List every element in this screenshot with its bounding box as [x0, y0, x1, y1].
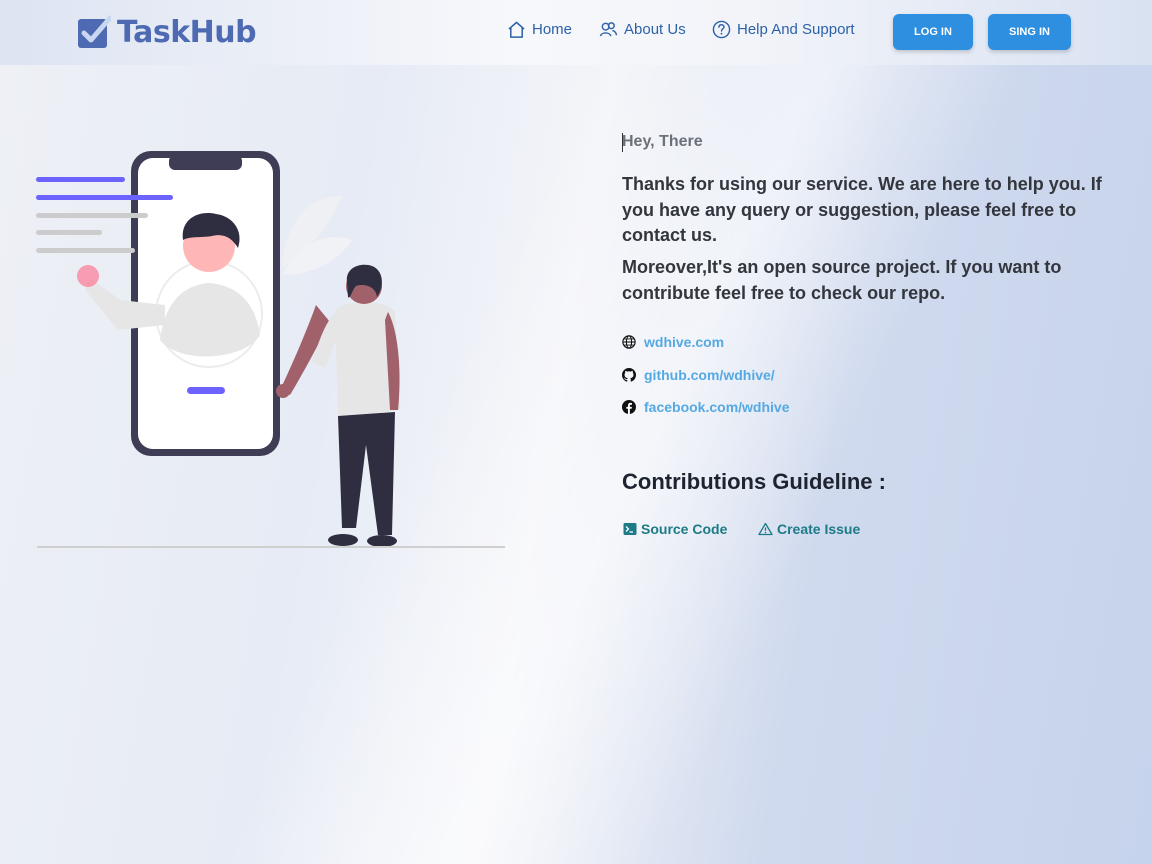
globe-icon	[622, 335, 636, 349]
facebook-link-label[interactable]: facebook.com/wdhive	[644, 399, 789, 415]
source-code-label[interactable]: Source Code	[641, 521, 727, 537]
nav-about-us[interactable]: About Us	[599, 20, 686, 39]
website-link[interactable]: wdhive.com	[622, 334, 724, 350]
source-code-link[interactable]: Source Code	[623, 521, 727, 537]
checkbox-logo-icon	[78, 15, 111, 48]
github-link[interactable]: github.com/wdhive/	[622, 367, 775, 383]
create-issue-link[interactable]: Create Issue	[758, 521, 860, 537]
contact-illustration	[36, 151, 505, 548]
facebook-icon	[622, 400, 636, 414]
home-icon	[508, 21, 525, 38]
signin-button[interactable]: SING IN	[988, 14, 1071, 50]
users-icon	[599, 22, 618, 37]
github-icon	[622, 368, 636, 382]
nav-about-label: About Us	[624, 21, 686, 38]
facebook-link[interactable]: facebook.com/wdhive	[622, 399, 789, 415]
nav-help-support[interactable]: Help And Support	[712, 20, 855, 39]
logo[interactable]: TaskHub	[77, 14, 257, 50]
question-circle-icon	[712, 20, 731, 39]
nav-help-label: Help And Support	[737, 21, 855, 38]
website-link-label[interactable]: wdhive.com	[644, 334, 724, 350]
open-source-paragraph: Moreover,It's an open source project. If…	[622, 257, 1062, 303]
greeting-text: Hey, There	[622, 133, 703, 150]
nav-home[interactable]: Home	[507, 20, 572, 39]
github-link-label[interactable]: github.com/wdhive/	[644, 367, 775, 383]
intro-paragraph: Thanks for using our service. We are her…	[622, 174, 1102, 245]
contributions-heading: Contributions Guideline :	[622, 469, 886, 494]
navbar: TaskHub Home About Us Help And Support L…	[0, 0, 1152, 65]
create-issue-label[interactable]: Create Issue	[777, 521, 860, 537]
warning-icon	[758, 522, 773, 536]
nav-home-label: Home	[532, 21, 573, 38]
brand-name: TaskHub	[117, 14, 257, 50]
login-button[interactable]: LOG IN	[893, 14, 973, 50]
terminal-icon	[623, 523, 637, 535]
